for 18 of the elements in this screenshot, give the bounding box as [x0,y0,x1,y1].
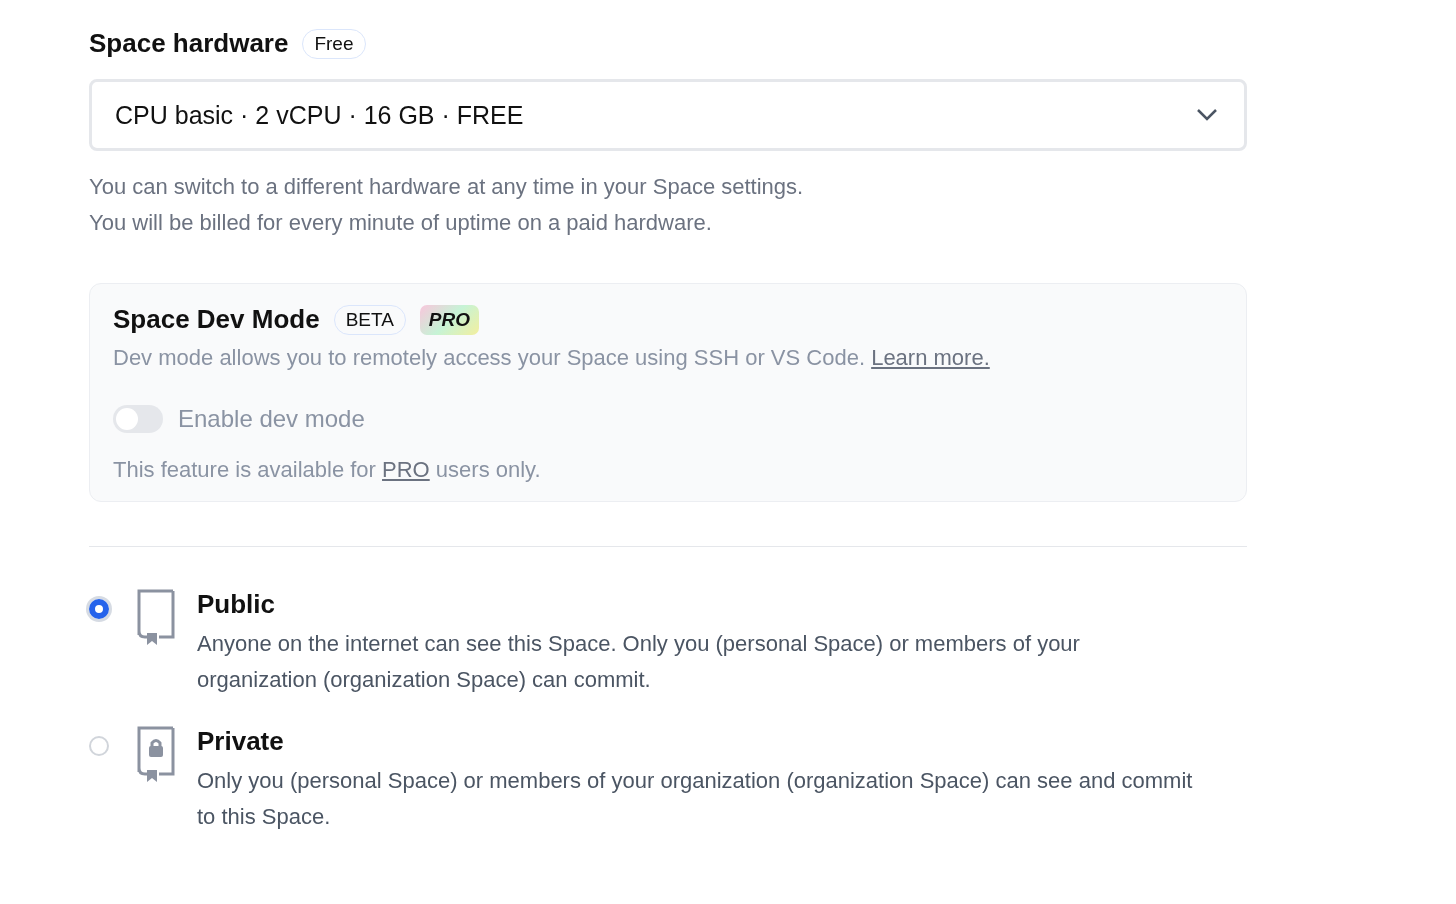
hardware-select[interactable]: CPU basic · 2 vCPU · 16 GB · FREE [89,79,1247,151]
pro-link[interactable]: PRO [382,457,430,482]
pro-badge: PRO [419,304,480,335]
chevron-down-icon [1196,108,1218,122]
option-description: Anyone on the internet can see this Space. Only you (personal Space) or members of your organization (organization Space) can commit. [197,630,1081,694]
toggle-label: Enable dev mode [178,405,365,433]
option-label: Public [197,589,276,620]
radio-button[interactable] [89,599,109,619]
section-title: Space hardware [89,28,289,59]
option-description: Only you (personal Space) or members of your organization (organization Space) can see and commit to this Space. [197,767,1194,831]
option-label: Private [197,726,285,757]
dev-mode-description: Dev mode allows you to remotely access your Space using SSH or VS Code. Learn more. [113,345,991,371]
learn-more-link[interactable]: Learn more. [871,345,990,370]
help-text: You can switch to a different hardware at any time in your Space settings. [89,173,805,201]
select-value: CPU basic · 2 vCPU · 16 GB · FREE [115,100,524,130]
section-title: Space Dev Mode [113,304,320,335]
help-text: You will be billed for every minute of uptime on a paid hardware. [89,209,713,237]
pro-note: This feature is available for PRO users only. [113,457,542,483]
